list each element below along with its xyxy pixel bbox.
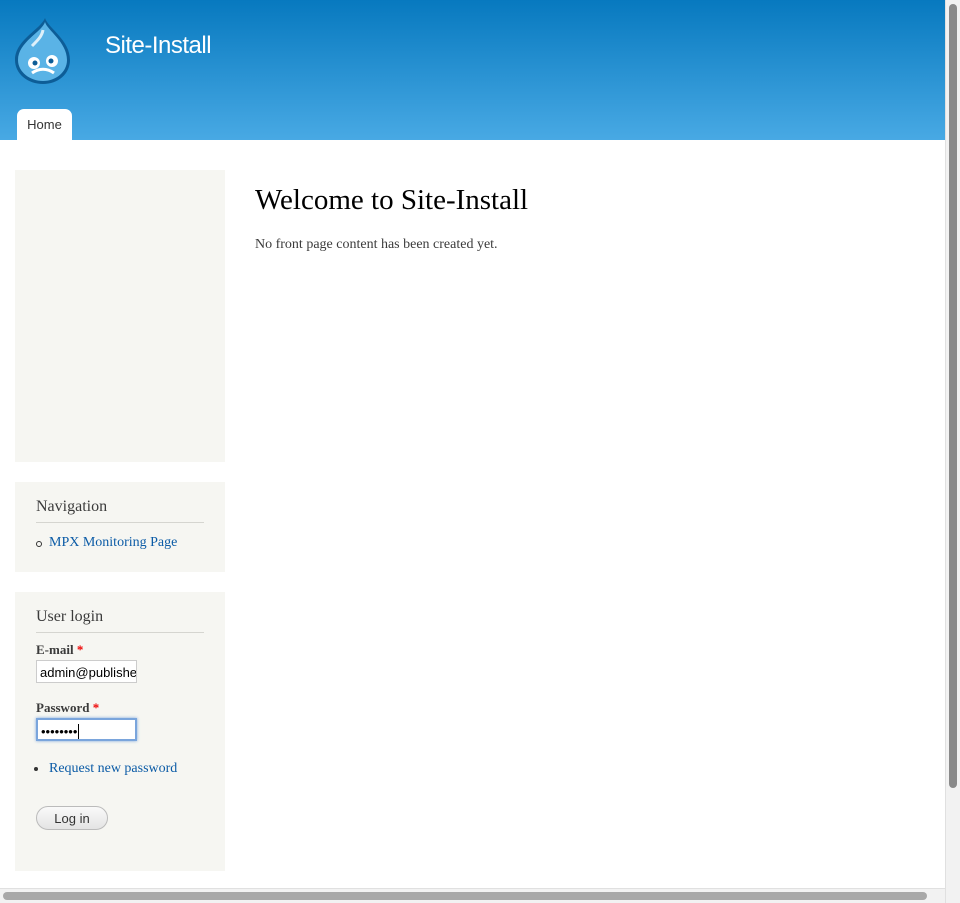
required-marker: * [92,700,100,715]
drupal-logo-icon[interactable] [12,16,74,86]
vertical-scrollbar-thumb[interactable] [949,4,957,788]
password-field[interactable]: •••••••• [36,718,137,741]
text-cursor [78,724,80,739]
password-label: Password * [36,700,99,716]
password-value: •••••••• [41,724,78,739]
tab-home[interactable]: Home [17,109,72,140]
nav-link-mpx-monitoring[interactable]: MPX Monitoring Page [49,535,177,551]
page-message: No front page content has been created y… [255,237,498,252]
password-label-text: Password [36,700,90,715]
site-header: Site-Install Home [0,0,945,140]
user-login-title: User login [36,608,204,633]
required-marker: * [76,642,84,657]
navigation-title: Navigation [36,498,204,523]
request-password-link[interactable]: Request new password [49,761,177,777]
email-field[interactable]: admin@publishe [36,660,137,683]
login-button[interactable]: Log in [36,806,108,830]
horizontal-scrollbar-thumb[interactable] [3,892,927,900]
list-bullet-icon [36,541,42,547]
user-login-block: User login E-mail * admin@publishe Passw… [15,592,225,871]
site-name[interactable]: Site-Install [105,32,212,60]
sidebar-empty-block [15,170,225,462]
list-bullet-icon [34,767,38,771]
email-label-text: E-mail [36,642,74,657]
email-label: E-mail * [36,642,83,658]
page-title: Welcome to Site-Install [255,184,529,216]
navigation-block: Navigation MPX Monitoring Page [15,482,225,572]
